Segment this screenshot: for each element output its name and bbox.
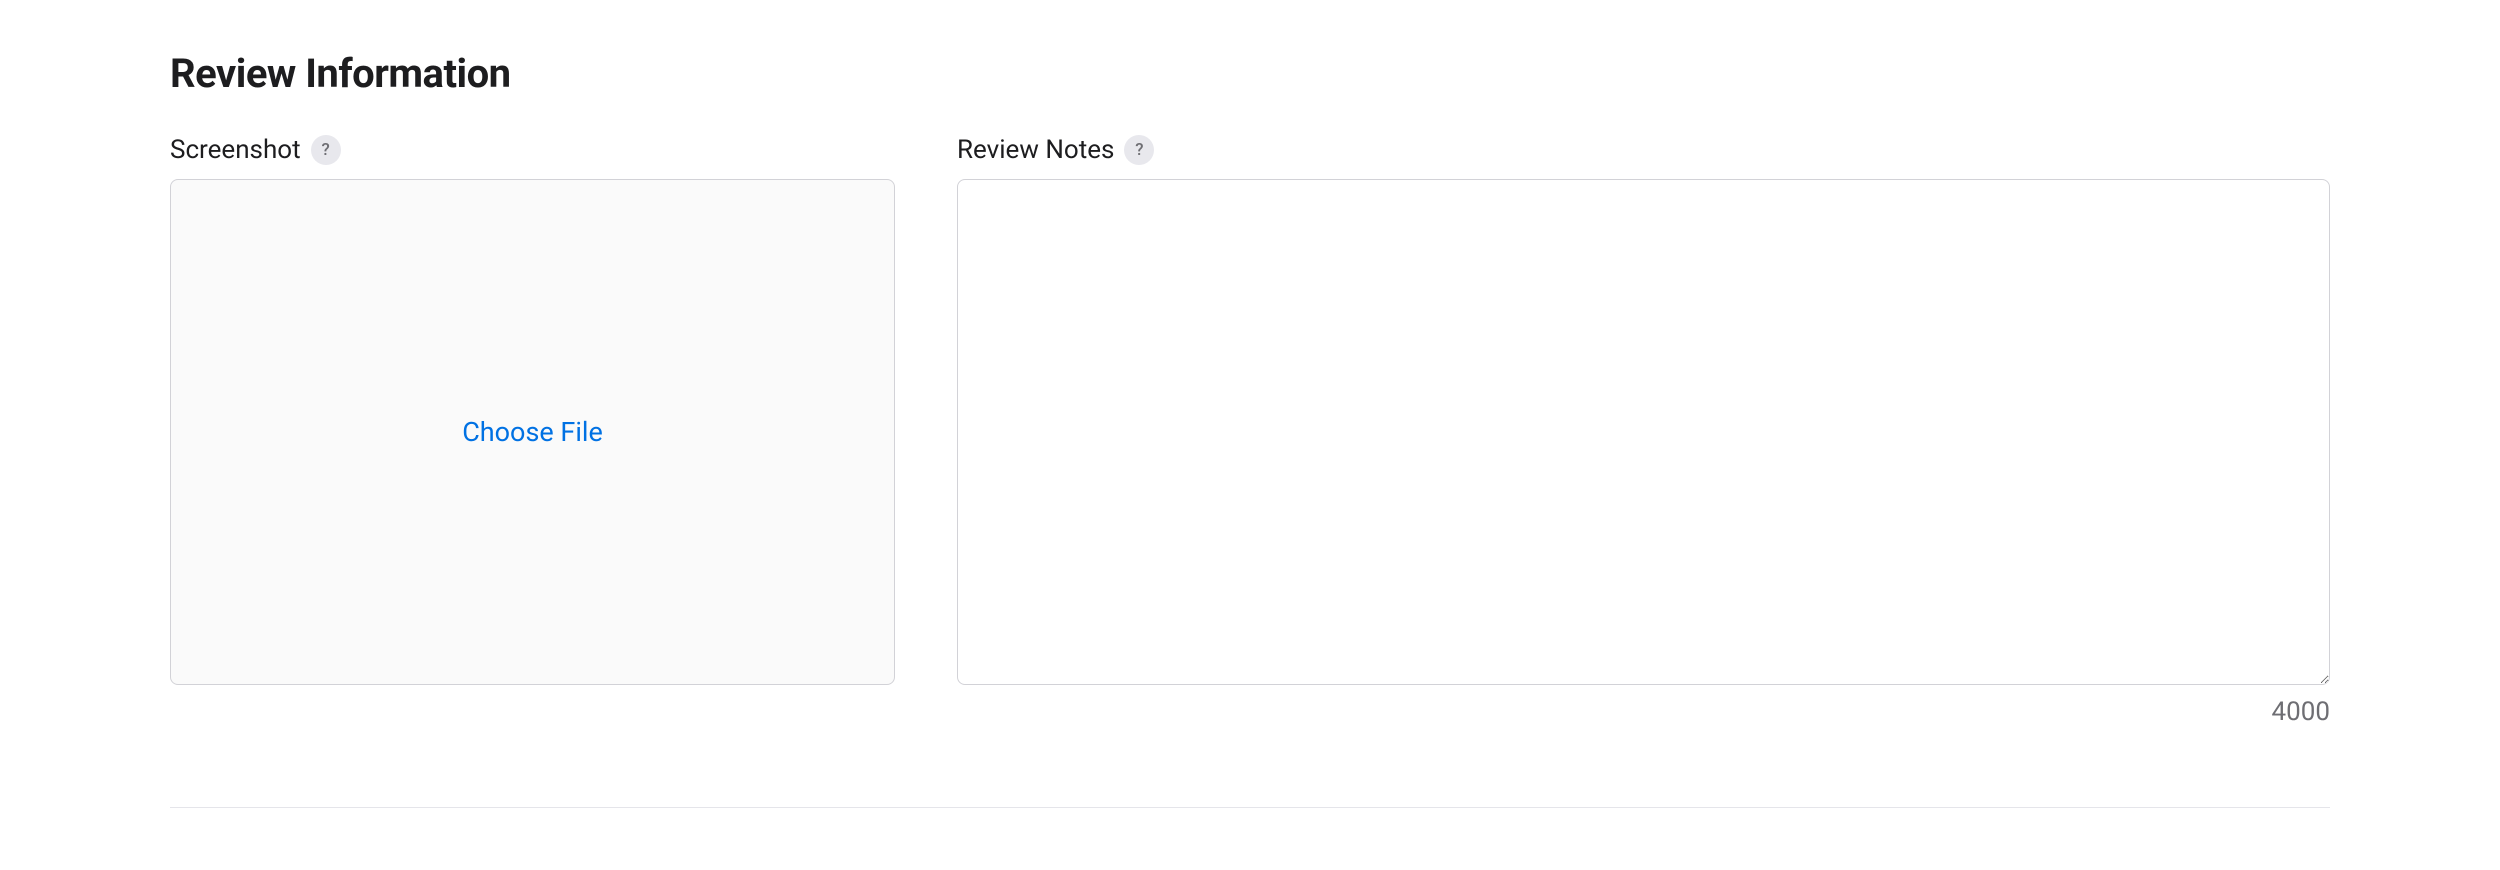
screenshot-label: Screenshot: [170, 135, 301, 165]
review-notes-label: Review Notes: [957, 135, 1114, 165]
section-divider: [170, 807, 2330, 808]
section-title: Review Information: [170, 50, 2330, 97]
screenshot-dropzone[interactable]: Choose File: [170, 179, 895, 685]
help-icon[interactable]: ?: [1124, 135, 1154, 165]
choose-file-link[interactable]: Choose File: [462, 416, 603, 448]
help-icon[interactable]: ?: [311, 135, 341, 165]
review-notes-textarea[interactable]: [957, 179, 2330, 685]
char-counter: 4000: [957, 697, 2330, 727]
